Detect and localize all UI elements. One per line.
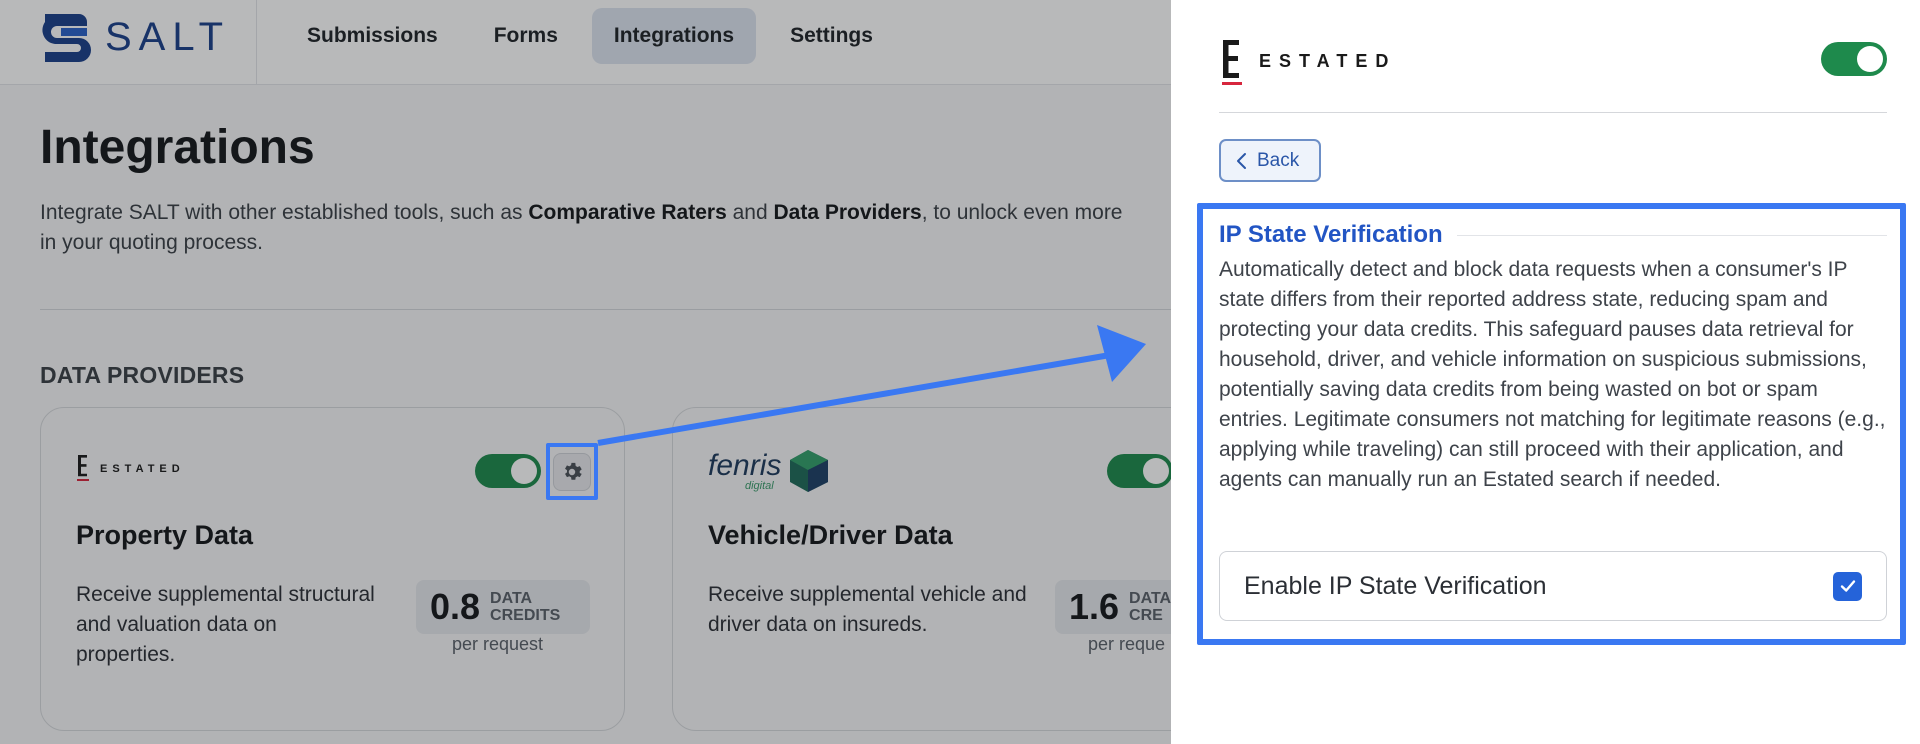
estated-logo-text: ESTATED	[1259, 51, 1396, 71]
toggle-knob	[1857, 46, 1883, 72]
annotation-highlight-section	[1197, 203, 1906, 645]
annotation-highlight-gear	[546, 443, 598, 500]
back-button[interactable]: Back	[1219, 139, 1322, 182]
back-button-label: Back	[1257, 149, 1300, 171]
estated-logo: ESTATED	[1219, 38, 1419, 95]
estated-enable-toggle[interactable]	[1821, 42, 1887, 76]
modal-backdrop[interactable]	[0, 0, 1171, 744]
drawer-divider	[1219, 112, 1887, 113]
estated-logo-icon: ESTATED	[1222, 40, 1396, 85]
chevron-left-icon	[1237, 152, 1246, 169]
